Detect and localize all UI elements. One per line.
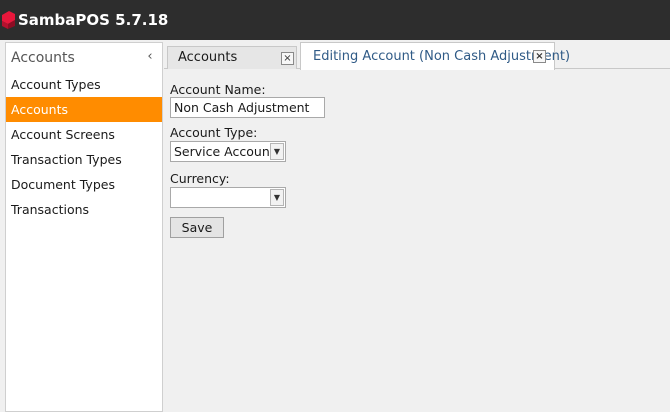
main-panel: Accounts × Editing Account (Non Cash Adj…: [164, 42, 670, 412]
sidebar-item-transactions[interactable]: Transactions: [6, 197, 162, 222]
sidebar-item-transaction-types[interactable]: Transaction Types: [6, 147, 162, 172]
sambapos-logo-icon: [2, 11, 15, 29]
chevron-down-icon[interactable]: ▼: [270, 143, 284, 160]
save-button[interactable]: Save: [170, 217, 224, 238]
account-name-input[interactable]: [170, 97, 325, 118]
currency-label: Currency:: [170, 171, 230, 186]
sidebar-item-document-types[interactable]: Document Types: [6, 172, 162, 197]
sidebar-item-account-screens[interactable]: Account Screens: [6, 122, 162, 147]
currency-select[interactable]: ▼: [170, 187, 286, 208]
sidebar-menu: Account Types Accounts Account Screens T…: [6, 72, 162, 222]
tab-accounts-close-icon[interactable]: ×: [281, 52, 294, 65]
sidebar-header: Accounts ‹: [6, 43, 162, 75]
tab-editing-account[interactable]: Editing Account (Non Cash Adjustment) ×: [300, 42, 570, 70]
title-bar: SambaPOS 5.7.18: [0, 0, 670, 40]
sidebar-title: Accounts: [11, 50, 75, 66]
collapse-sidebar-icon[interactable]: ‹: [142, 49, 158, 67]
tab-accounts-label: Accounts: [178, 50, 238, 65]
account-name-label: Account Name:: [170, 82, 266, 97]
account-type-value: Service Accounts: [174, 144, 282, 159]
tab-strip: Accounts × Editing Account (Non Cash Adj…: [164, 42, 670, 70]
sidebar-item-account-types[interactable]: Account Types: [6, 72, 162, 97]
sidebar-item-accounts[interactable]: Accounts: [6, 97, 162, 122]
sidebar: Accounts ‹ Account Types Accounts Accoun…: [5, 42, 163, 412]
app-title: SambaPOS 5.7.18: [18, 11, 169, 29]
tab-editing-account-close-icon[interactable]: ×: [533, 50, 546, 63]
account-type-label: Account Type:: [170, 125, 258, 140]
chevron-down-icon[interactable]: ▼: [270, 189, 284, 206]
tab-editing-account-label: Editing Account (Non Cash Adjustment): [313, 49, 571, 64]
account-type-select[interactable]: Service Accounts ▼: [170, 141, 286, 162]
tab-accounts[interactable]: Accounts ×: [167, 46, 297, 69]
